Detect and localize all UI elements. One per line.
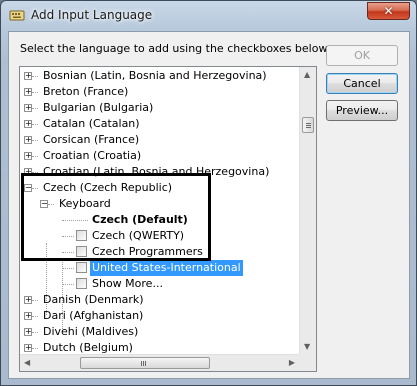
expand-icon[interactable]: + bbox=[24, 328, 32, 336]
scroll-right-icon[interactable]: ▶ bbox=[289, 358, 295, 367]
ok-button[interactable]: OK bbox=[326, 45, 398, 66]
tree-item-catalan[interactable]: + Catalan (Catalan) bbox=[20, 116, 316, 132]
tree-item-breton[interactable]: + Breton (France) bbox=[20, 84, 316, 100]
scroll-up-icon[interactable]: ▲ bbox=[304, 70, 310, 79]
preview-button[interactable]: Preview... bbox=[326, 100, 398, 121]
grip-line bbox=[143, 361, 144, 366]
tree-item-show-more[interactable]: Show More... bbox=[20, 276, 316, 292]
scroll-down-icon[interactable]: ▼ bbox=[304, 342, 310, 351]
tree-item-label: Show More... bbox=[92, 277, 163, 290]
vertical-scroll-thumb[interactable] bbox=[302, 117, 314, 133]
tree-connector bbox=[32, 92, 38, 93]
grip-line bbox=[145, 361, 146, 366]
expand-icon[interactable]: + bbox=[24, 312, 32, 320]
tree-item-us-international[interactable]: United States-International bbox=[20, 260, 316, 276]
keyboard-language-icon bbox=[9, 10, 25, 21]
scroll-left-icon[interactable]: ◀ bbox=[24, 358, 30, 367]
vertical-scrollbar[interactable]: ▲ ▼ bbox=[299, 67, 316, 354]
tree-connector bbox=[32, 140, 38, 141]
tree-item-label: Catalan (Catalan) bbox=[43, 117, 140, 130]
expand-icon[interactable]: + bbox=[24, 344, 32, 352]
grip-line bbox=[306, 123, 311, 124]
tree-item-label: Danish (Denmark) bbox=[43, 293, 144, 306]
window-title: Add Input Language bbox=[31, 8, 153, 22]
tree-item-bulgarian[interactable]: + Bulgarian (Bulgaria) bbox=[20, 100, 316, 116]
expand-icon[interactable]: + bbox=[24, 104, 32, 112]
tree-item-corsican[interactable]: + Corsican (France) bbox=[20, 132, 316, 148]
close-icon: ✕ bbox=[383, 4, 394, 18]
checkbox[interactable] bbox=[76, 262, 87, 273]
grip-line bbox=[306, 125, 311, 126]
tree-connector bbox=[62, 268, 74, 269]
instruction-text: Select the language to add using the che… bbox=[20, 42, 330, 55]
tree-item-label: Breton (France) bbox=[43, 85, 129, 98]
tree-item-label: Bulgarian (Bulgaria) bbox=[43, 101, 154, 114]
tree-item-label: Divehi (Maldives) bbox=[43, 325, 139, 338]
expand-icon[interactable]: + bbox=[24, 296, 32, 304]
tree-item-label: United States-International bbox=[90, 260, 243, 276]
tree-connector bbox=[32, 108, 38, 109]
tree-connector bbox=[62, 284, 74, 285]
add-input-language-dialog: Add Input Language ✕ Select the language… bbox=[0, 0, 417, 386]
tree-item-label: Croatian (Croatia) bbox=[43, 149, 142, 162]
grip-line bbox=[306, 127, 311, 128]
expand-icon[interactable]: + bbox=[24, 72, 32, 80]
annotation-highlight-box bbox=[21, 173, 211, 261]
tree-connector bbox=[32, 156, 38, 157]
tree-item-dari[interactable]: + Dari (Afghanistan) bbox=[20, 308, 316, 324]
title-bar[interactable]: Add Input Language ✕ bbox=[1, 1, 416, 31]
expand-icon[interactable]: + bbox=[24, 120, 32, 128]
tree-connector bbox=[32, 316, 38, 317]
tree-connector bbox=[32, 76, 38, 77]
cancel-button[interactable]: Cancel bbox=[326, 73, 398, 94]
tree-connector bbox=[32, 300, 38, 301]
tree-connector bbox=[32, 332, 38, 333]
close-button[interactable]: ✕ bbox=[367, 2, 410, 20]
tree-item-bosnian[interactable]: + Bosnian (Latin, Bosnia and Herzegovina… bbox=[20, 68, 316, 84]
tree-item-danish[interactable]: + Danish (Denmark) bbox=[20, 292, 316, 308]
tree-item-label: Dari (Afghanistan) bbox=[43, 309, 144, 322]
expand-icon[interactable]: + bbox=[24, 136, 32, 144]
expand-icon[interactable]: + bbox=[24, 88, 32, 96]
checkbox[interactable] bbox=[76, 278, 87, 289]
expand-icon[interactable]: + bbox=[24, 152, 32, 160]
tree-connector bbox=[32, 348, 38, 349]
tree-item-label: Bosnian (Latin, Bosnia and Herzegovina) bbox=[43, 69, 267, 82]
horizontal-scrollbar[interactable]: ◀ ▶ bbox=[20, 354, 299, 371]
grip-line bbox=[141, 361, 142, 366]
tree-connector bbox=[32, 124, 38, 125]
tree-item-label: Corsican (France) bbox=[43, 133, 140, 146]
scrollbar-corner bbox=[299, 354, 316, 371]
horizontal-scroll-thumb[interactable] bbox=[80, 357, 210, 369]
tree-item-divehi[interactable]: + Divehi (Maldives) bbox=[20, 324, 316, 340]
tree-item-croatian[interactable]: + Croatian (Croatia) bbox=[20, 148, 316, 164]
